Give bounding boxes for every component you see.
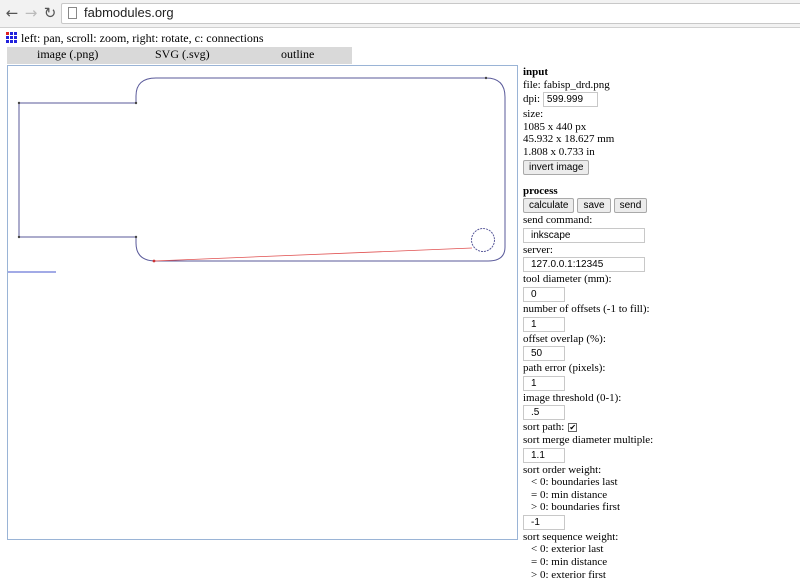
offsets-label: number of offsets (-1 to fill):: [523, 302, 650, 315]
path-error-label: path error (pixels):: [523, 362, 606, 375]
connection-line: [153, 247, 473, 262]
dpi-row: dpi: 599.999: [523, 92, 793, 108]
merge-label: sort merge diameter multiple:: [523, 433, 654, 446]
invert-image-button[interactable]: invert image: [523, 159, 590, 175]
forward-arrow-icon[interactable]: →: [22, 4, 40, 22]
page-icon: [68, 7, 77, 19]
size-mm-text: 45.932 x 18.627 mm: [523, 133, 615, 146]
order-line: < 0: boundaries last: [531, 476, 618, 489]
sort-path-checkbox[interactable]: ✔: [568, 423, 578, 433]
app-grid-icon[interactable]: [6, 32, 18, 44]
reload-icon[interactable]: ↻: [41, 4, 59, 22]
merge-input[interactable]: 1.1: [523, 447, 565, 463]
browser-toolbar: ← → ↻ fabmodules.org: [0, 0, 800, 28]
path-node: [17, 235, 21, 239]
offsets-input[interactable]: 1: [523, 316, 565, 332]
server-label: server:: [523, 243, 553, 256]
order-input[interactable]: -1: [523, 514, 565, 530]
menu-image-png[interactable]: image (.png): [37, 47, 98, 61]
instructions-text: left: pan, scroll: zoom, right: rotate, …: [21, 31, 264, 45]
settings-panel: input file: fabisp_drd.png dpi: 599.999 …: [523, 66, 793, 581]
tool-diameter-input[interactable]: 0: [523, 286, 565, 302]
sequence-line: > 0: exterior first: [531, 568, 606, 581]
sort-path-label: sort path:: [523, 421, 565, 434]
dpi-label: dpi:: [523, 93, 541, 106]
overlap-input[interactable]: 50: [523, 346, 565, 362]
menu-bar: image (.png) SVG (.svg) outline: [7, 47, 352, 64]
address-bar[interactable]: fabmodules.org: [61, 3, 800, 24]
path-error-input[interactable]: 1: [523, 375, 565, 391]
sort-path-row: sort path: ✔: [523, 421, 793, 434]
toolpath-canvas[interactable]: [7, 65, 518, 540]
order-label: sort order weight:: [523, 463, 602, 476]
sequence-line: < 0: exterior last: [531, 543, 604, 556]
board-outline-path: [18, 77, 506, 262]
tool-diameter-label: tool diameter (mm):: [523, 273, 612, 286]
size-label: size:: [523, 108, 544, 121]
menu-outline[interactable]: outline: [281, 47, 314, 61]
size-in-text: 1.808 x 0.733 in: [523, 145, 595, 158]
path-node: [134, 101, 138, 105]
threshold-input[interactable]: .5: [523, 405, 565, 421]
path-node: [484, 76, 488, 80]
calculate-button[interactable]: calculate: [523, 198, 575, 214]
sequence-label: sort sequence weight:: [523, 530, 619, 543]
back-arrow-icon[interactable]: ←: [3, 4, 21, 22]
dpi-input[interactable]: 599.999: [542, 92, 598, 108]
send-button[interactable]: send: [613, 198, 648, 214]
file-name-text: file: fabisp_drd.png: [523, 78, 610, 91]
server-input[interactable]: 127.0.0.1:12345: [523, 257, 645, 273]
process-buttons: calculate save send: [523, 198, 793, 214]
toolpath-drawing: [8, 76, 506, 273]
size-px-text: 1085 x 440 px: [523, 120, 587, 133]
order-line: = 0: min distance: [531, 488, 608, 501]
threshold-label: image threshold (0-1):: [523, 391, 622, 404]
save-button[interactable]: save: [577, 198, 611, 214]
order-line: > 0: boundaries first: [531, 501, 620, 514]
send-command-input[interactable]: inkscape: [523, 227, 645, 243]
send-command-label: send command:: [523, 214, 593, 227]
sequence-line: = 0: min distance: [531, 556, 608, 569]
overlap-label: offset overlap (%):: [523, 332, 606, 345]
menu-svg[interactable]: SVG (.svg): [155, 47, 210, 61]
path-node: [134, 235, 138, 239]
url-text: fabmodules.org: [84, 5, 174, 20]
drill-hole-circle: [471, 228, 495, 252]
path-node: [152, 259, 156, 263]
input-section-title: input: [523, 66, 549, 78]
process-section-title: process: [523, 184, 558, 197]
path-node: [17, 101, 21, 105]
